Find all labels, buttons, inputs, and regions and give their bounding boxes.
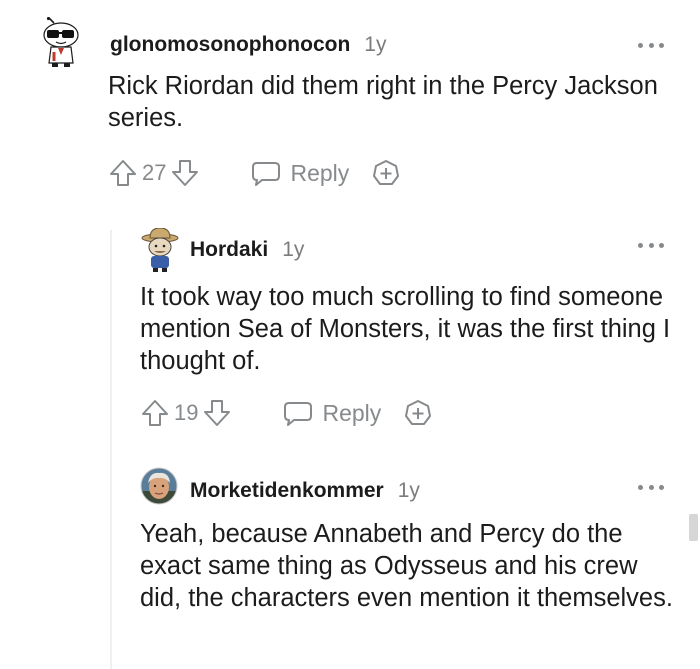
comment-meta: glonomosonophonocon 1y xyxy=(110,33,386,57)
user-avatar[interactable] xyxy=(38,16,84,67)
username[interactable]: Hordaki xyxy=(190,238,268,262)
speech-bubble-icon xyxy=(284,402,313,426)
more-options-icon[interactable] xyxy=(638,38,664,52)
username[interactable]: glonomosonophonocon xyxy=(110,33,350,57)
scrollbar-thumb[interactable] xyxy=(689,514,698,541)
vote-count: 19 xyxy=(174,400,199,425)
speech-bubble-icon xyxy=(252,162,281,186)
comment-body: Rick Riordan did them right in the Percy… xyxy=(108,72,658,132)
arrow-down-icon[interactable] xyxy=(170,158,200,188)
reply-button[interactable]: Reply xyxy=(250,158,349,188)
award-plus-icon xyxy=(373,160,400,185)
comment-age: 1y xyxy=(364,33,387,56)
comment-age: 1y xyxy=(282,238,305,261)
username[interactable]: Morketidenkommer xyxy=(190,479,384,503)
reply-label: Reply xyxy=(322,399,382,426)
more-options-icon[interactable] xyxy=(638,238,664,252)
comment-meta: Morketidenkommer 1y xyxy=(190,479,420,503)
award-button[interactable] xyxy=(403,398,433,428)
vote-count: 27 xyxy=(142,160,167,185)
comment-body: Yeah, because Annabeth and Percy do the … xyxy=(140,520,673,612)
comment-body: It took way too much scrolling to find s… xyxy=(140,283,671,375)
comment-thread: glonomosonophonocon 1y Rick Riordan did … xyxy=(0,0,700,669)
award-button[interactable] xyxy=(371,158,401,188)
user-avatar[interactable] xyxy=(140,227,186,274)
comment-meta: Hordaki 1y xyxy=(190,238,304,262)
arrow-down-icon[interactable] xyxy=(202,398,232,428)
reply-label: Reply xyxy=(290,159,350,186)
user-avatar[interactable] xyxy=(140,467,186,513)
thread-line[interactable] xyxy=(110,230,112,669)
more-options-icon[interactable] xyxy=(638,480,664,494)
comment-actions: 27 Reply xyxy=(108,158,401,188)
arrow-up-icon[interactable] xyxy=(140,398,170,428)
award-plus-icon xyxy=(405,400,432,425)
arrow-up-icon[interactable] xyxy=(108,158,138,188)
comment-actions: 19 Reply xyxy=(140,398,433,428)
reply-button[interactable]: Reply xyxy=(282,398,381,428)
comment-age: 1y xyxy=(397,479,420,502)
